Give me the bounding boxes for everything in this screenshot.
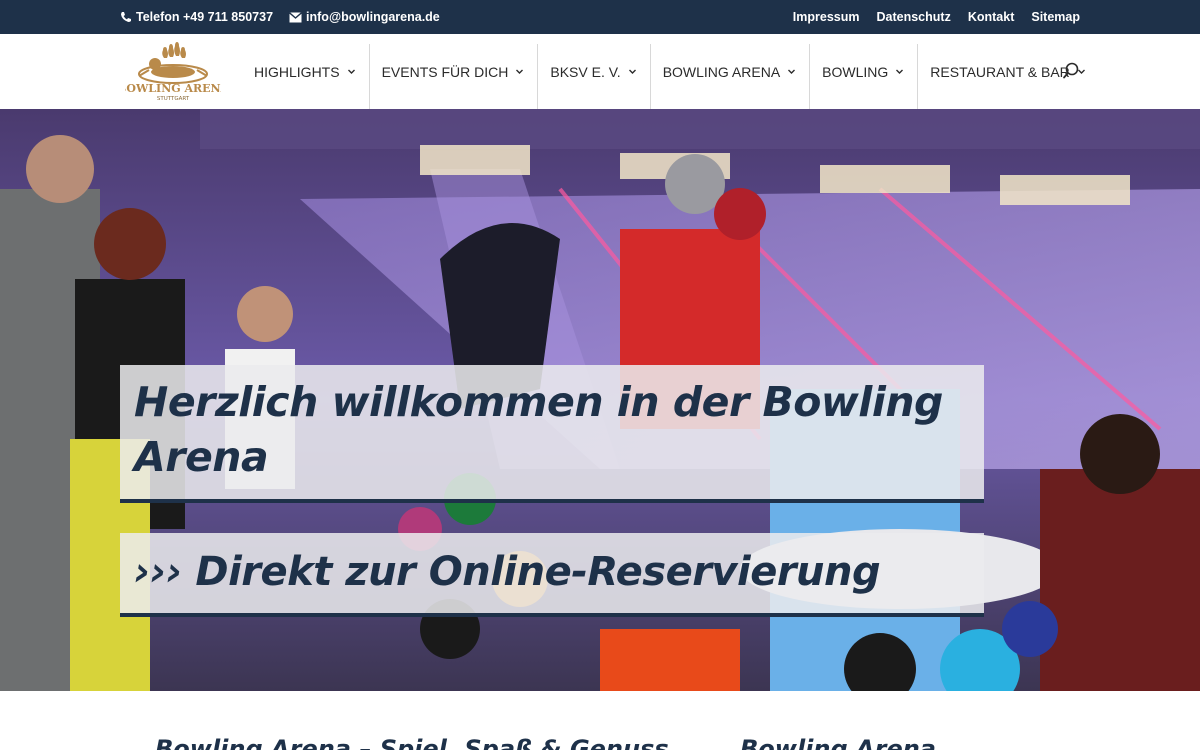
section-heading-left: Bowling Arena – Spiel, Spaß & Genuss <box>155 735 669 750</box>
section-heading-right: Bowling Arena <box>740 735 936 750</box>
nav-item-events[interactable]: EVENTS FÜR DICH <box>368 44 538 109</box>
chevron-down-icon <box>628 69 636 74</box>
datenschutz-link[interactable]: Datenschutz <box>877 10 951 24</box>
phone-link[interactable]: Telefon +49 711 850737 <box>120 10 273 24</box>
mail-icon <box>289 11 302 22</box>
email-link[interactable]: info@bowlingarena.de <box>289 10 440 24</box>
logo-title: BOWLING ARENA <box>125 82 221 95</box>
search-icon[interactable] <box>1062 62 1080 80</box>
bowling-arena-logo[interactable]: BOWLING ARENA STUTTGART <box>125 40 221 102</box>
impressum-link[interactable]: Impressum <box>793 10 860 24</box>
nav-label: HIGHLIGHTS <box>254 64 340 80</box>
email-text: info@bowlingarena.de <box>306 10 440 24</box>
online-reservation-link[interactable]: ››› Direkt zur Online-Reservierung <box>120 533 984 611</box>
nav-label: RESTAURANT & BAR <box>930 64 1070 80</box>
kontakt-link[interactable]: Kontakt <box>968 10 1015 24</box>
nav-label: EVENTS FÜR DICH <box>381 64 509 80</box>
top-bar: Telefon +49 711 850737 info@bowlingarena… <box>0 0 1200 34</box>
logo-subtitle: STUTTGART <box>157 96 190 102</box>
phone-icon <box>121 12 131 22</box>
main-nav: HIGHLIGHTS EVENTS FÜR DICH BKSV E. V. BO… <box>247 34 1099 109</box>
nav-label: BKSV E. V. <box>550 64 621 80</box>
nav-label: BOWLING ARENA <box>662 64 781 80</box>
chevron-down-icon <box>516 69 524 74</box>
phone-text: Telefon +49 711 850737 <box>136 10 274 24</box>
nav-item-bowling-arena[interactable]: BOWLING ARENA <box>649 44 809 109</box>
chevron-down-icon <box>896 69 904 74</box>
content-section: Bowling Arena – Spiel, Spaß & Genuss Bow… <box>0 691 1200 750</box>
nav-label: BOWLING <box>822 64 889 80</box>
reservation-panel[interactable]: ››› Direkt zur Online-Reservierung <box>120 533 984 617</box>
nav-item-bksv[interactable]: BKSV E. V. <box>537 44 649 109</box>
sitemap-link[interactable]: Sitemap <box>1031 10 1080 24</box>
nav-item-bowling[interactable]: BOWLING <box>809 44 917 109</box>
nav-item-highlights[interactable]: HIGHLIGHTS <box>247 34 369 109</box>
hero-headline: Herzlich willkommen in der Bowling Arena <box>134 378 943 481</box>
hero-section: Herzlich willkommen in der Bowling Arena… <box>0 109 1200 691</box>
site-header: BOWLING ARENA STUTTGART HIGHLIGHTS EVENT… <box>0 34 1200 109</box>
chevron-down-icon <box>788 69 796 74</box>
chevron-down-icon <box>347 69 355 74</box>
welcome-panel: Herzlich willkommen in der Bowling Arena <box>120 365 984 503</box>
